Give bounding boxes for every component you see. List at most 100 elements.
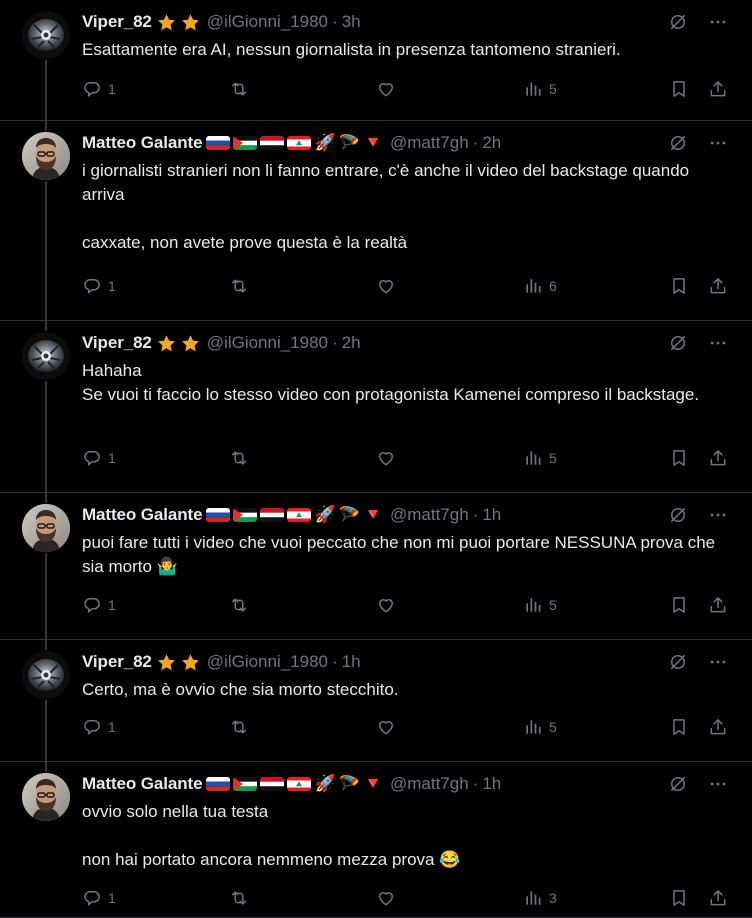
- like-button[interactable]: [376, 595, 396, 615]
- star-icon: [180, 12, 201, 33]
- reply-button[interactable]: 1: [82, 276, 116, 296]
- like-button[interactable]: [376, 448, 396, 468]
- avatar[interactable]: [22, 332, 70, 380]
- repost-button[interactable]: [229, 79, 249, 99]
- star-icon: [180, 333, 201, 354]
- separator-dot: ·: [472, 505, 479, 524]
- author-handle[interactable]: @ilGionni_1980: [207, 652, 328, 672]
- like-button[interactable]: [376, 276, 396, 296]
- avatar[interactable]: [22, 773, 70, 821]
- thread-connector-line: [45, 60, 47, 121]
- reply-button[interactable]: 1: [82, 448, 116, 468]
- post-timestamp[interactable]: 1h: [482, 774, 501, 794]
- reply-post[interactable]: Viper_82 @ilGionni_1980 · 1h Certo, ma è ovv…: [0, 640, 752, 762]
- author-handle[interactable]: @ilGionni_1980: [207, 12, 328, 32]
- grok-icon[interactable]: [668, 774, 688, 794]
- reply-post[interactable]: Viper_82 @ilGionni_1980 · 3h Esattamente era…: [0, 0, 752, 121]
- author-name[interactable]: Viper_82: [82, 333, 152, 353]
- bookmark-button[interactable]: [669, 79, 689, 99]
- more-options-icon[interactable]: [708, 505, 728, 525]
- reply-button[interactable]: 1: [82, 79, 116, 99]
- repost-button[interactable]: [229, 888, 249, 908]
- author-handle[interactable]: @ilGionni_1980: [207, 333, 328, 353]
- reply-post[interactable]: Viper_82 @ilGionni_1980 · 2h Hahaha Se vuoi …: [0, 321, 752, 493]
- post-timestamp[interactable]: 2h: [342, 333, 361, 353]
- views-count: 5: [549, 719, 557, 735]
- views-button[interactable]: 5: [523, 717, 557, 737]
- more-options-icon[interactable]: [708, 333, 728, 353]
- grok-icon[interactable]: [668, 333, 688, 353]
- more-options-icon[interactable]: [708, 12, 728, 32]
- author-name[interactable]: Matteo Galante: [82, 133, 203, 153]
- share-button[interactable]: [708, 888, 728, 908]
- star-icon: [180, 652, 201, 673]
- views-button[interactable]: 3: [523, 888, 557, 908]
- bookmark-icon: [669, 888, 689, 908]
- avatar[interactable]: [22, 504, 70, 552]
- views-button[interactable]: 5: [523, 595, 557, 615]
- author-name[interactable]: Matteo Galante: [82, 774, 203, 794]
- repost-button[interactable]: [229, 595, 249, 615]
- share-button[interactable]: [708, 79, 728, 99]
- author-handle[interactable]: @matt7gh: [390, 133, 469, 153]
- like-button[interactable]: [376, 888, 396, 908]
- avatar[interactable]: [22, 651, 70, 699]
- repost-icon: [229, 79, 249, 99]
- more-options-icon[interactable]: [708, 652, 728, 672]
- bookmark-button[interactable]: [669, 276, 689, 296]
- grok-icon[interactable]: [668, 12, 688, 32]
- reply-icon: [82, 276, 102, 296]
- reply-post[interactable]: Matteo Galante 🚀 🪂 🔻 @matt7gh · 1h ovvio solo n…: [0, 762, 752, 918]
- reply-icon: [82, 888, 102, 908]
- reply-count: 1: [108, 890, 116, 906]
- bookmark-button[interactable]: [669, 595, 689, 615]
- share-button[interactable]: [708, 276, 728, 296]
- separator-dot: ·: [332, 652, 338, 671]
- like-button[interactable]: [376, 717, 396, 737]
- star-icon: [156, 12, 177, 33]
- reply-button[interactable]: 1: [82, 717, 116, 737]
- repost-button[interactable]: [229, 448, 249, 468]
- author-handle[interactable]: @matt7gh: [390, 774, 469, 794]
- author-handle[interactable]: @matt7gh: [390, 505, 469, 525]
- rocket-icon: 🚀: [314, 505, 336, 524]
- post-timestamp[interactable]: 2h: [482, 133, 501, 153]
- grok-icon[interactable]: [668, 652, 688, 672]
- more-options-icon[interactable]: [708, 133, 728, 153]
- heart-icon: [376, 888, 396, 908]
- grok-icon[interactable]: [668, 133, 688, 153]
- bookmark-icon: [669, 79, 689, 99]
- grok-icon[interactable]: [668, 505, 688, 525]
- avatar[interactable]: [22, 11, 70, 59]
- reply-post[interactable]: Matteo Galante 🚀 🪂 🔻 @matt7gh · 2h i giornalist…: [0, 121, 752, 321]
- reply-button[interactable]: 1: [82, 888, 116, 908]
- post-timestamp[interactable]: 1h: [342, 652, 361, 672]
- bookmark-button[interactable]: [669, 717, 689, 737]
- views-button[interactable]: 5: [523, 448, 557, 468]
- author-name[interactable]: Matteo Galante: [82, 505, 203, 525]
- author-name[interactable]: Viper_82: [82, 12, 152, 32]
- views-button[interactable]: 5: [523, 79, 557, 99]
- bookmark-button[interactable]: [669, 888, 689, 908]
- author-name[interactable]: Viper_82: [82, 652, 152, 672]
- rocket-icon: 🚀: [314, 774, 336, 793]
- post-header: Matteo Galante 🚀 🪂 🔻 @matt7gh · 1h: [82, 503, 501, 527]
- bookmark-button[interactable]: [669, 448, 689, 468]
- reply-thread: Viper_82 @ilGionni_1980 · 3h Esattamente era…: [0, 0, 752, 918]
- repost-button[interactable]: [229, 276, 249, 296]
- share-button[interactable]: [708, 595, 728, 615]
- share-button[interactable]: [708, 717, 728, 737]
- share-button[interactable]: [708, 448, 728, 468]
- more-options-icon[interactable]: [708, 774, 728, 794]
- views-button[interactable]: 6: [523, 276, 557, 296]
- thread-connector-line: [45, 181, 47, 321]
- like-button[interactable]: [376, 79, 396, 99]
- reply-post[interactable]: Matteo Galante 🚀 🪂 🔻 @matt7gh · 1h puoi fare tu…: [0, 493, 752, 640]
- post-timestamp[interactable]: 3h: [342, 12, 361, 32]
- avatar[interactable]: [22, 132, 70, 180]
- repost-icon: [229, 888, 249, 908]
- post-timestamp[interactable]: 1h: [482, 505, 501, 525]
- parachute-icon: 🪂: [338, 133, 360, 152]
- reply-button[interactable]: 1: [82, 595, 116, 615]
- repost-button[interactable]: [229, 717, 249, 737]
